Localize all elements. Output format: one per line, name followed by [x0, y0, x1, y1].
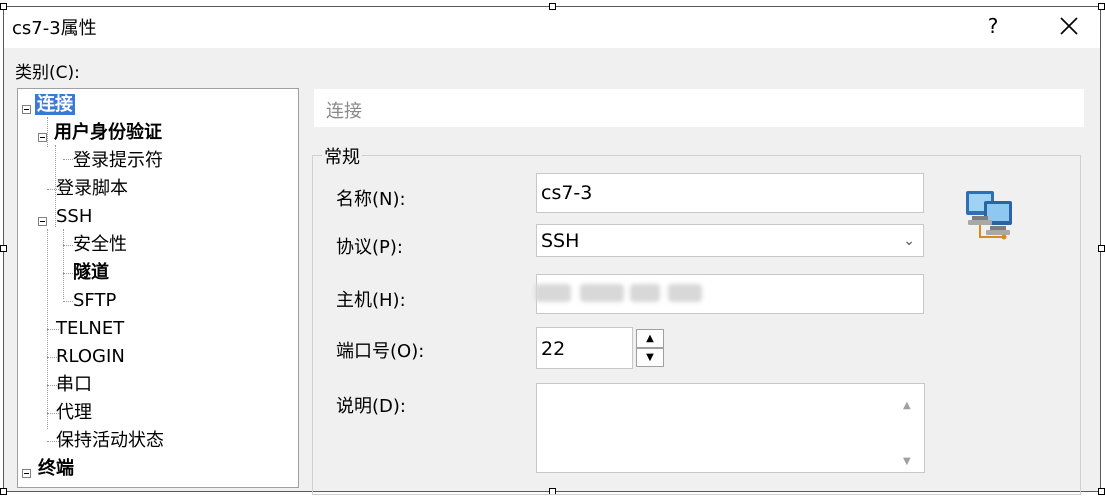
port-increment-button[interactable]: ▲ [636, 329, 664, 348]
group-title: 常规 [322, 143, 362, 169]
tree-item-label: SSH [56, 206, 93, 227]
port-label: 端口号(O): [336, 341, 425, 362]
tree-item-label: TELNET [56, 318, 125, 339]
collapse-auth-icon[interactable] [38, 133, 47, 142]
close-button[interactable] [1052, 11, 1086, 41]
port-stepper[interactable]: ▲ ▼ [636, 328, 666, 368]
tree-item-label: 登录脚本 [56, 178, 128, 199]
tree-item-label: 登录提示符 [73, 150, 163, 171]
resize-handle-top[interactable] [549, 3, 556, 10]
collapse-terminal-icon[interactable] [22, 469, 31, 478]
name-label: 名称(N): [336, 189, 406, 210]
tree-item-label: 保持活动状态 [56, 430, 164, 451]
collapse-ssh-icon[interactable] [38, 217, 47, 226]
category-label: 类别(C): [15, 63, 80, 83]
close-icon [1060, 17, 1078, 35]
window-title: cs7-3属性 [12, 18, 97, 39]
redacted-host-mask [535, 284, 571, 302]
scroll-down-icon[interactable]: ▼ [903, 456, 911, 467]
tree-item-label: 隧道 [73, 262, 109, 283]
tree-item-telnet[interactable]: TELNET [56, 317, 124, 341]
redacted-host-mask [580, 284, 624, 302]
tree-item-terminal[interactable]: 终端 [38, 457, 74, 481]
network-computers-icon [966, 191, 1012, 240]
tree-item-label: 串口 [56, 374, 92, 395]
protocol-label: 协议(P): [336, 237, 403, 258]
tree-item-login-prompts[interactable]: 登录提示符 [73, 149, 163, 173]
redacted-host-mask [630, 284, 660, 302]
port-decrement-button[interactable]: ▼ [636, 348, 664, 367]
resize-handle-left[interactable] [0, 245, 7, 252]
port-field[interactable]: 22 [536, 327, 633, 369]
collapse-connection-icon[interactable] [22, 105, 31, 114]
resize-handle-bottom-left[interactable] [0, 488, 7, 495]
section-header: 连接 [314, 89, 1084, 127]
resize-handle-bottom-right[interactable] [1098, 488, 1105, 495]
tree-item-serial[interactable]: 串口 [56, 373, 92, 397]
tree-item-label: 连接 [35, 94, 75, 115]
tree-item-rlogin[interactable]: RLOGIN [56, 345, 125, 369]
protocol-value: SSH [541, 230, 580, 252]
help-button[interactable]: ? [978, 11, 1008, 41]
description-label: 说明(D): [336, 396, 406, 417]
title-bar: cs7-3属性 ? [4, 7, 1100, 48]
name-field[interactable]: cs7-3 [536, 173, 924, 213]
tree-item-login-script[interactable]: 登录脚本 [56, 177, 128, 201]
resize-handle-top-left[interactable] [0, 3, 7, 10]
tree-item-user-auth[interactable]: 用户身份验证 [54, 121, 162, 145]
tree-item-label: 用户身份验证 [54, 122, 162, 143]
tree-item-proxy[interactable]: 代理 [56, 401, 92, 425]
chevron-down-icon: ⌄ [903, 233, 915, 249]
resize-handle-top-right[interactable] [1098, 3, 1105, 10]
tree-item-tunnel[interactable]: 隧道 [73, 261, 109, 285]
tree-item-keepalive[interactable]: 保持活动状态 [56, 429, 164, 453]
tree-item-label: SFTP [73, 290, 117, 311]
redacted-host-mask [668, 284, 702, 302]
tree-item-connection[interactable]: 连接 [35, 93, 75, 117]
protocol-select[interactable]: SSH ⌄ [536, 224, 924, 257]
tree-item-label: 安全性 [73, 234, 127, 255]
section-title: 连接 [326, 101, 362, 122]
category-tree[interactable]: 连接 用户身份验证 登录提示符 登录脚本 SSH 安全性 隧道 SFTP TEL… [17, 88, 299, 488]
tree-item-label: 代理 [56, 402, 92, 423]
description-field[interactable] [536, 383, 925, 473]
tree-item-label: RLOGIN [56, 346, 125, 367]
tree-item-sftp[interactable]: SFTP [73, 289, 116, 313]
tree-item-security[interactable]: 安全性 [73, 233, 127, 257]
tree-item-ssh[interactable]: SSH [56, 205, 92, 229]
tree-item-label: 终端 [38, 458, 74, 479]
resize-handle-right[interactable] [1098, 245, 1105, 252]
scroll-up-icon[interactable]: ▲ [903, 400, 911, 411]
host-label: 主机(H): [336, 290, 406, 311]
